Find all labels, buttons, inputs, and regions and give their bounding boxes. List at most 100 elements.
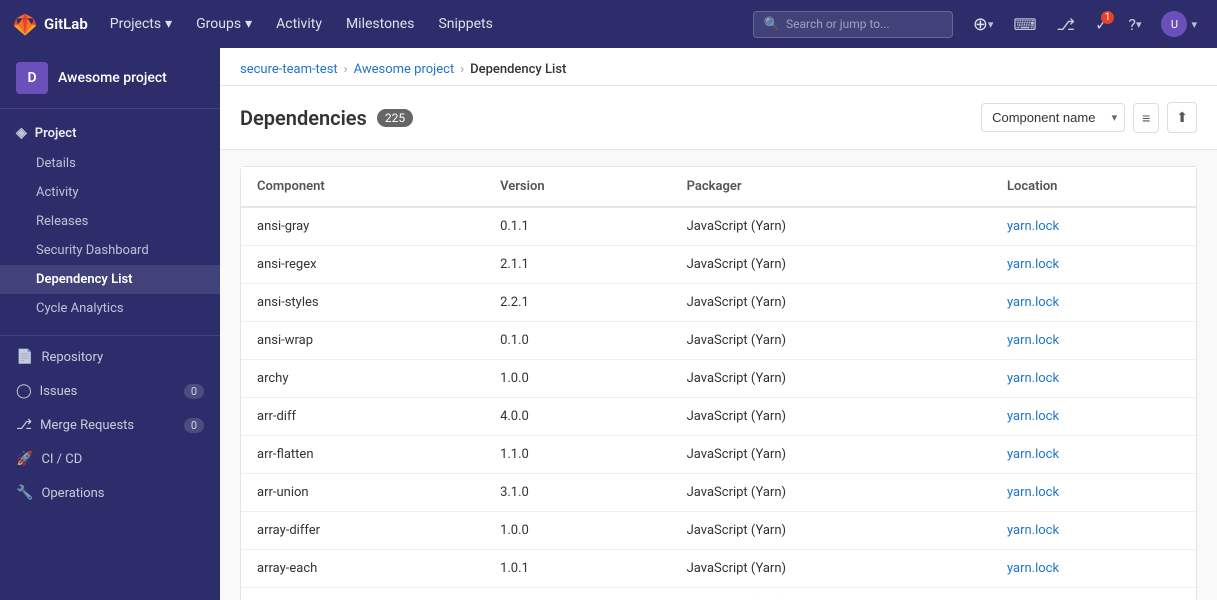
cell-location: yarn.lock [991, 398, 1196, 436]
cell-version: 1.0.1 [484, 550, 671, 588]
cell-packager: JavaScript (Yarn) [671, 207, 991, 246]
keyboard-icon: ⌨ [1013, 15, 1036, 34]
location-link[interactable]: yarn.lock [1007, 219, 1059, 234]
location-link[interactable]: yarn.lock [1007, 523, 1059, 538]
chevron-down-icon: ▾ [1136, 18, 1142, 31]
cell-location: yarn.lock [991, 512, 1196, 550]
nav-milestones[interactable]: Milestones [336, 10, 425, 38]
cell-packager: JavaScript (Yarn) [671, 588, 991, 600]
repository-icon: 📄 [16, 349, 33, 365]
column-header-location: Location [991, 167, 1196, 207]
filter-select-wrap: Component name ▾ [981, 103, 1125, 132]
location-link[interactable]: yarn.lock [1007, 333, 1059, 348]
location-link[interactable]: yarn.lock [1007, 485, 1059, 500]
sidebar-item-dependency-list-label: Dependency List [36, 272, 133, 287]
cell-component: ansi-styles [241, 284, 484, 322]
cicd-icon: 🚀 [16, 451, 33, 467]
location-link[interactable]: yarn.lock [1007, 409, 1059, 424]
cell-location: yarn.lock [991, 207, 1196, 246]
location-link[interactable]: yarn.lock [1007, 371, 1059, 386]
cell-component: array-differ [241, 512, 484, 550]
cell-version: 0.1.1 [484, 207, 671, 246]
cell-version: 4.0.0 [484, 398, 671, 436]
table-row: array-differ1.0.0JavaScript (Yarn) yarn.l… [241, 512, 1196, 550]
cell-version: 1.1.0 [484, 588, 671, 600]
sidebar: D Awesome project ◈ Project Details Acti… [0, 48, 220, 600]
sidebar-item-dependency-list[interactable]: Dependency List [0, 265, 220, 294]
sidebar-repository-label: Repository [41, 350, 103, 365]
cell-location: yarn.lock [991, 322, 1196, 360]
keyboard-shortcut-button[interactable]: ⌨ [1005, 9, 1044, 40]
component-name-filter[interactable]: Component name [981, 103, 1125, 132]
cell-component: ansi-gray [241, 207, 484, 246]
nav-snippets-label: Snippets [438, 16, 492, 32]
table-row: arr-union3.1.0JavaScript (Yarn)yarn.lock [241, 474, 1196, 512]
dependency-count-badge: 225 [377, 109, 413, 127]
sidebar-item-issues[interactable]: ◯ Issues 0 [0, 374, 220, 408]
sidebar-item-cycle-analytics-label: Cycle Analytics [36, 301, 124, 316]
sidebar-item-releases[interactable]: Releases [0, 207, 220, 236]
export-button[interactable]: ⬆ [1167, 102, 1197, 133]
cell-version: 1.0.0 [484, 512, 671, 550]
table-row: ansi-wrap0.1.0JavaScript (Yarn) yarn.lock [241, 322, 1196, 360]
cell-component: ansi-wrap [241, 322, 484, 360]
cell-version: 1.1.0 [484, 436, 671, 474]
table-row: array-slice1.1.0JavaScript (Yarn)yarn.lo… [241, 588, 1196, 600]
sidebar-cicd-label: CI / CD [41, 452, 82, 467]
breadcrumb-link-secure-team-test[interactable]: secure-team-test [240, 62, 338, 77]
help-button[interactable]: ? ▾ [1120, 9, 1149, 40]
export-icon: ⬆ [1176, 109, 1188, 126]
breadcrumb-link-awesome-project[interactable]: Awesome project [354, 62, 455, 77]
table-row: ansi-regex2.1.1JavaScript (Yarn)yarn.loc… [241, 246, 1196, 284]
project-icon: ◈ [16, 125, 27, 141]
user-menu-button[interactable]: U ▾ [1153, 5, 1205, 43]
search-icon: 🔍 [764, 17, 780, 32]
chevron-down-icon: ▾ [1191, 18, 1197, 31]
sidebar-item-security-dashboard[interactable]: Security Dashboard [0, 236, 220, 265]
sidebar-item-operations[interactable]: 🔧 Operations [0, 476, 220, 510]
cell-packager: JavaScript (Yarn) [671, 246, 991, 284]
nav-projects[interactable]: Projects ▾ [100, 10, 182, 38]
cell-component: arr-union [241, 474, 484, 512]
nav-activity[interactable]: Activity [266, 10, 332, 38]
page-title: Dependencies [240, 106, 367, 130]
nav-snippets[interactable]: Snippets [428, 10, 502, 38]
project-avatar: D [16, 62, 48, 94]
location-link[interactable]: yarn.lock [1007, 257, 1059, 272]
cell-packager: JavaScript (Yarn) [671, 284, 991, 322]
sidebar-item-repository[interactable]: 📄 Repository [0, 340, 220, 374]
project-section-label: Project [35, 126, 77, 141]
location-link[interactable]: yarn.lock [1007, 295, 1059, 310]
sidebar-item-details[interactable]: Details [0, 149, 220, 178]
help-icon: ? [1128, 15, 1136, 34]
location-link[interactable]: yarn.lock [1007, 447, 1059, 462]
gitlab-logo[interactable]: GitLab [12, 11, 88, 37]
project-section: ◈ Project Details Activity Releases Secu… [0, 109, 220, 331]
cell-packager: JavaScript (Yarn) [671, 512, 991, 550]
merge-request-icon: ⎇ [16, 417, 32, 433]
search-bar[interactable]: 🔍 Search or jump to... [753, 11, 953, 38]
project-section-header[interactable]: ◈ Project [0, 117, 220, 149]
cell-packager: JavaScript (Yarn) [671, 436, 991, 474]
filter-settings-button[interactable]: ≡ [1133, 103, 1159, 133]
sidebar-item-activity[interactable]: Activity [0, 178, 220, 207]
cell-packager: JavaScript (Yarn) [671, 550, 991, 588]
sidebar-item-cicd[interactable]: 🚀 CI / CD [0, 442, 220, 476]
project-name: Awesome project [58, 70, 167, 86]
table-row: array-each1.0.1JavaScript (Yarn)yarn.loc… [241, 550, 1196, 588]
merge-requests-button[interactable]: ⎇ [1049, 9, 1083, 40]
sidebar-item-security-dashboard-label: Security Dashboard [36, 243, 149, 258]
sidebar-item-merge-requests[interactable]: ⎇ Merge Requests 0 [0, 408, 220, 442]
cell-packager: JavaScript (Yarn) [671, 322, 991, 360]
new-item-button[interactable]: ⊕ ▾ [965, 8, 1002, 41]
location-link[interactable]: yarn.lock [1007, 561, 1059, 576]
cell-version: 0.1.0 [484, 322, 671, 360]
table-row: ansi-styles2.2.1JavaScript (Yarn)yarn.lo… [241, 284, 1196, 322]
todos-button[interactable]: ✓ 1 [1087, 9, 1116, 40]
table-row: arr-diff4.0.0JavaScript (Yarn)yarn.lock [241, 398, 1196, 436]
cell-packager: JavaScript (Yarn) [671, 360, 991, 398]
cell-version: 2.1.1 [484, 246, 671, 284]
top-nav-icons: ⊕ ▾ ⌨ ⎇ ✓ 1 ? ▾ U ▾ [965, 5, 1205, 43]
sidebar-item-cycle-analytics[interactable]: Cycle Analytics [0, 294, 220, 323]
nav-groups[interactable]: Groups ▾ [186, 10, 262, 38]
